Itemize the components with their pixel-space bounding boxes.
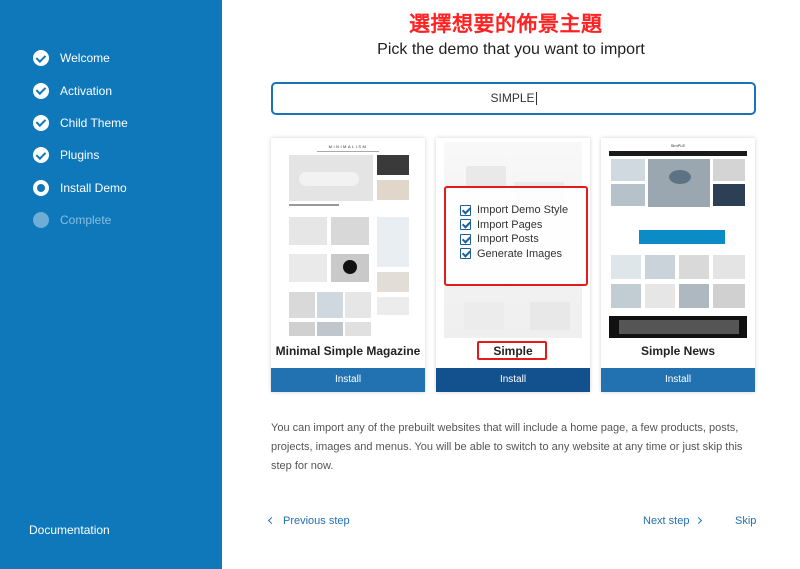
demo-preview-thumbnail: MINIMALISM — [279, 142, 417, 338]
wizard-sidebar: Welcome Activation Child Theme Plugins I… — [0, 0, 222, 569]
preview-image — [377, 217, 409, 267]
preview-nav-bar — [317, 151, 379, 152]
install-button[interactable]: Install — [271, 368, 425, 392]
import-option-label: Import Pages — [477, 218, 543, 231]
documentation-link[interactable]: Documentation — [29, 523, 110, 537]
preview-image — [464, 302, 504, 330]
check-circle-icon — [33, 114, 49, 131]
preview-image — [343, 260, 357, 274]
step-install-demo[interactable]: Install Demo — [33, 172, 128, 204]
preview-image — [289, 322, 315, 336]
skip-link[interactable]: Skip — [735, 515, 756, 527]
import-option-label: Import Demo Style — [477, 204, 569, 217]
install-button[interactable]: Install — [601, 368, 755, 392]
checkbox-checked-icon[interactable] — [460, 204, 471, 216]
demo-card-simple[interactable]: Import Demo Style Import Pages Import Po… — [436, 138, 590, 392]
preview-nav-bar — [609, 151, 747, 156]
preview-image — [611, 184, 645, 206]
preview-text-line — [289, 204, 339, 206]
current-step-icon — [33, 179, 49, 196]
preview-image — [611, 159, 645, 181]
import-option-demo-style[interactable]: Import Demo Style — [460, 203, 586, 218]
preview-image — [289, 254, 327, 282]
check-circle-icon — [33, 50, 49, 67]
check-circle-icon — [33, 147, 49, 164]
import-options-panel: Import Demo Style Import Pages Import Po… — [444, 186, 588, 286]
preview-image — [611, 284, 641, 308]
import-option-pages[interactable]: Import Pages — [460, 218, 586, 233]
preview-image — [713, 159, 745, 181]
install-button[interactable]: Install — [436, 368, 590, 392]
import-option-posts[interactable]: Import Posts — [460, 232, 586, 247]
preview-image — [289, 292, 315, 318]
preview-brand: MINIMALISM — [328, 144, 368, 149]
step-label: Install Demo — [60, 180, 127, 195]
checkbox-checked-icon[interactable] — [460, 233, 471, 245]
demo-card-minimal-simple-magazine[interactable]: MINIMALISM Minimal Simple Magazine Insta… — [271, 138, 425, 392]
preview-image — [645, 255, 675, 279]
chevron-left-icon — [267, 516, 276, 524]
check-circle-icon — [33, 82, 49, 99]
import-description: You can import any of the prebuilt websi… — [271, 422, 743, 472]
step-child-theme[interactable]: Child Theme — [33, 107, 128, 139]
search-value: SIMPLE — [490, 91, 535, 105]
import-option-generate-images[interactable]: Generate Images — [460, 247, 586, 262]
text-caret — [535, 92, 537, 106]
next-step-label: Next step — [643, 515, 690, 527]
preview-image — [299, 172, 359, 186]
demo-preview-thumbnail: SimPLE — [609, 142, 747, 338]
preview-image — [619, 320, 739, 334]
step-label: Complete — [60, 213, 112, 228]
preview-image — [377, 155, 409, 175]
preview-image — [317, 292, 343, 318]
pending-step-icon — [33, 212, 49, 229]
checkbox-checked-icon[interactable] — [460, 248, 471, 260]
import-option-label: Generate Images — [477, 247, 562, 260]
preview-image — [645, 284, 675, 308]
step-label: Activation — [60, 83, 113, 98]
chevron-right-icon — [695, 516, 703, 524]
demo-card-simple-news[interactable]: SimPLE Simple News Install — [601, 138, 755, 392]
preview-image — [345, 292, 371, 318]
step-list: Welcome Activation Child Theme Plugins I… — [33, 42, 128, 236]
preview-banner-ad — [639, 230, 725, 244]
preview-image — [377, 272, 409, 292]
preview-image — [611, 255, 641, 279]
preview-image — [713, 255, 745, 279]
preview-image — [331, 217, 369, 245]
step-activation[interactable]: Activation — [33, 74, 128, 106]
preview-image — [679, 284, 709, 308]
preview-image — [530, 302, 570, 330]
step-welcome[interactable]: Welcome — [33, 42, 128, 74]
import-option-label: Import Posts — [477, 233, 539, 246]
page-title: Pick the demo that you want to import — [377, 41, 645, 58]
step-label: Plugins — [60, 148, 100, 163]
step-plugins[interactable]: Plugins — [33, 139, 128, 171]
annotation-label: 選擇想要的佈景主題 — [409, 12, 603, 36]
step-complete: Complete — [33, 204, 128, 236]
preview-image — [317, 322, 343, 336]
preview-image — [679, 255, 709, 279]
preview-image — [713, 184, 745, 206]
preview-brand: SimPLE — [670, 143, 686, 148]
previous-step-link[interactable]: Previous step — [267, 515, 350, 527]
demo-title: Simple News — [640, 344, 716, 358]
highlight-box — [477, 341, 547, 360]
demo-title: Minimal Simple Magazine — [275, 344, 421, 358]
next-step-link[interactable]: Next step — [643, 515, 703, 527]
previous-step-label: Previous step — [283, 515, 350, 527]
preview-image — [669, 170, 691, 184]
preview-image — [713, 284, 745, 308]
preview-image — [377, 180, 409, 200]
step-label: Welcome — [60, 51, 110, 66]
demo-search-input[interactable]: SIMPLE — [271, 82, 756, 115]
checkbox-checked-icon[interactable] — [460, 219, 471, 231]
preview-image — [289, 217, 327, 245]
step-label: Child Theme — [60, 115, 128, 130]
preview-image — [345, 322, 371, 336]
preview-image — [377, 297, 409, 315]
